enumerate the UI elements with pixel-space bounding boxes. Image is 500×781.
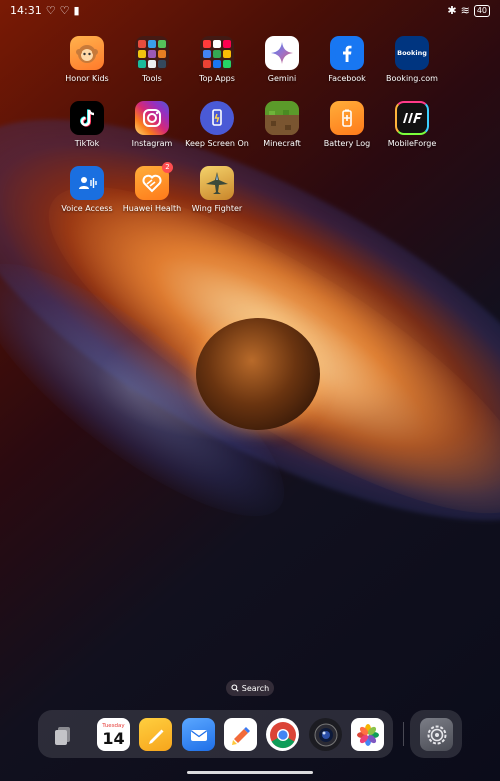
- calendar-icon[interactable]: Tuesday 14: [97, 718, 130, 751]
- app-booking[interactable]: Booking Booking.com: [372, 36, 452, 83]
- calendar-date: 14: [102, 728, 125, 748]
- sim-icon: ▮: [73, 4, 80, 17]
- mail-icon[interactable]: [182, 718, 215, 751]
- status-bar: 14:31 ♡ ♡ ▮ ✱ ≋ 40: [0, 0, 500, 22]
- app-label: Booking.com: [386, 74, 438, 83]
- instagram-icon: [135, 101, 169, 135]
- tools-folder-icon: [135, 36, 169, 70]
- huawei-health-icon: 2: [135, 162, 173, 200]
- home-indicator[interactable]: [187, 771, 313, 774]
- battery-icon: 40: [473, 4, 490, 17]
- tiktok-icon: [70, 101, 104, 135]
- facebook-icon: [330, 36, 364, 70]
- settings-icon[interactable]: [420, 718, 453, 751]
- booking-icon: Booking: [395, 36, 429, 70]
- search-label: Search: [241, 683, 270, 693]
- dock-separator: [403, 722, 404, 746]
- themes-icon[interactable]: [224, 718, 257, 751]
- camera-icon[interactable]: [309, 718, 342, 751]
- wallpaper-planet: [196, 318, 320, 430]
- photos-icon[interactable]: [351, 718, 384, 751]
- notification-icon: ♡: [59, 4, 70, 17]
- top-apps-folder-icon: [200, 36, 234, 70]
- booking-icon-text: Booking: [397, 49, 427, 57]
- search-icon: [231, 684, 239, 692]
- wing-fighter-icon: [200, 166, 234, 200]
- notification-badge: 2: [162, 162, 173, 173]
- minecraft-icon: [265, 101, 299, 135]
- notes-icon[interactable]: [139, 718, 172, 751]
- status-time: 14:31: [10, 4, 42, 17]
- app-wing-fighter[interactable]: Wing Fighter: [177, 166, 257, 213]
- home-screen: 14:31 ♡ ♡ ▮ ✱ ≋ 40 Honor Kids Tools Top …: [0, 0, 500, 781]
- gemini-icon: [265, 36, 299, 70]
- recent-apps-icon[interactable]: [46, 718, 79, 751]
- battery-log-icon: [330, 101, 364, 135]
- honor-kids-icon: [70, 36, 104, 70]
- app-label: Wing Fighter: [191, 204, 243, 213]
- app-label: MobileForge: [387, 139, 437, 148]
- wifi-icon: ≋: [460, 4, 470, 17]
- mobileforge-icon: [395, 101, 429, 135]
- notification-icon: ♡: [45, 4, 56, 17]
- keep-screen-on-icon: [200, 101, 234, 135]
- chrome-icon[interactable]: [266, 718, 299, 751]
- search-button[interactable]: Search: [226, 680, 274, 696]
- bluetooth-icon: ✱: [447, 4, 457, 17]
- voice-access-icon: [70, 166, 104, 200]
- app-mobileforge[interactable]: MobileForge: [372, 101, 452, 148]
